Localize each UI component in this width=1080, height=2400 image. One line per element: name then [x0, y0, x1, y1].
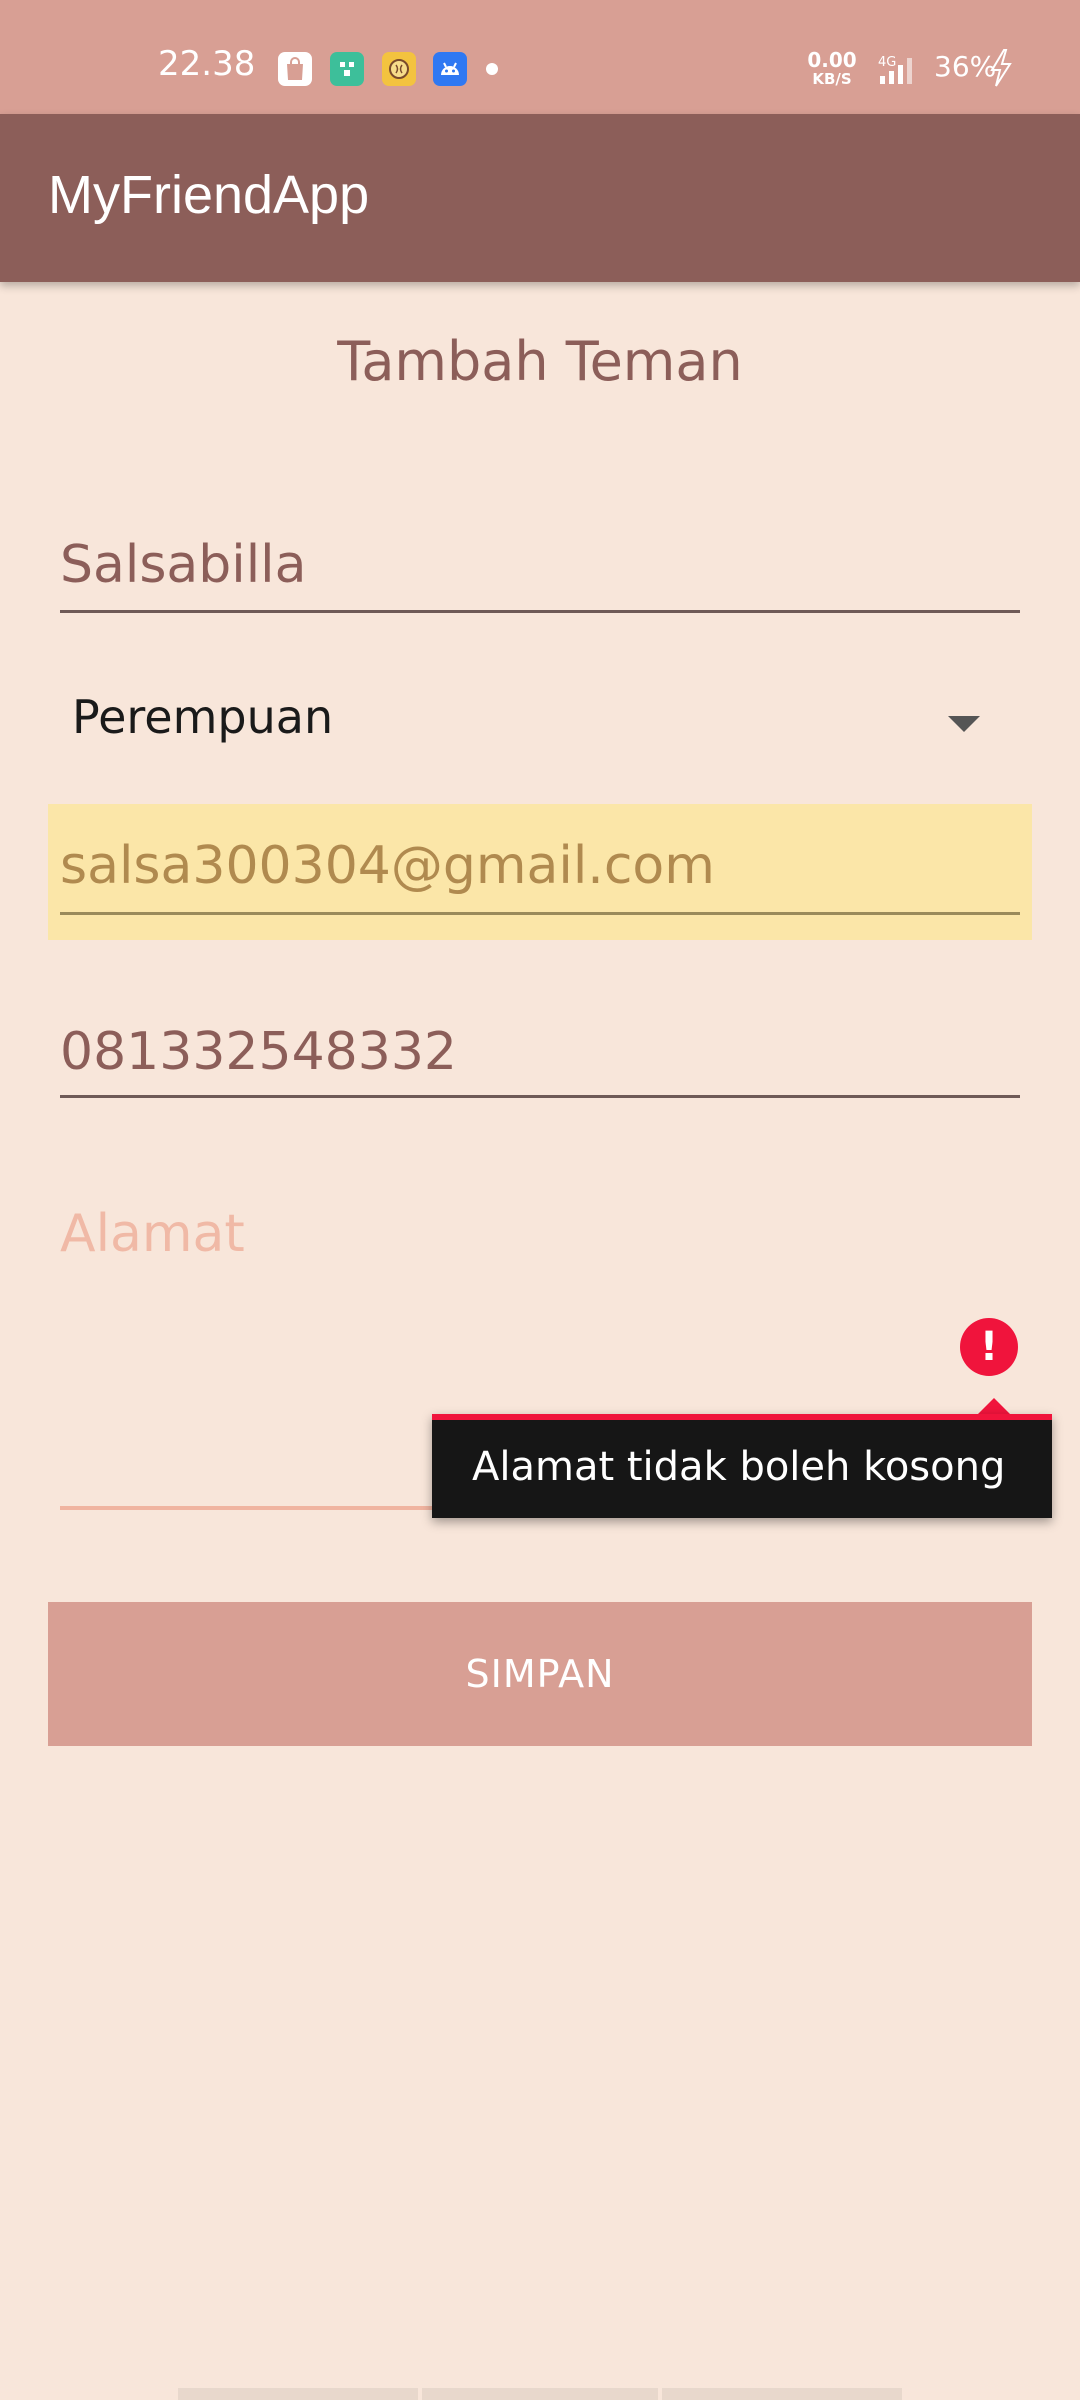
- app-title: MyFriendApp: [48, 165, 370, 225]
- status-time: 22.38: [158, 44, 256, 84]
- nav-gesture-right: [662, 2388, 902, 2400]
- address-field-hint: Alamat: [60, 1204, 245, 1264]
- android-icon: [433, 52, 467, 86]
- save-button[interactable]: SIMPAN: [48, 1602, 1032, 1746]
- email-field[interactable]: salsa300304@gmail.com: [60, 830, 1020, 915]
- gender-selected-value: Perempuan: [72, 690, 334, 744]
- address-error-message: Alamat tidak boleh kosong: [472, 1444, 1006, 1490]
- error-icon: !: [960, 1318, 1018, 1376]
- error-popup: Alamat tidak boleh kosong: [432, 1414, 1052, 1518]
- name-field[interactable]: Salsabilla: [60, 525, 1020, 613]
- green-app-icon: [330, 52, 364, 86]
- brain-app-icon: [382, 52, 416, 86]
- network-speed: 0.00 KB/S: [806, 50, 858, 87]
- network-speed-value: 0.00: [807, 48, 857, 72]
- error-popup-pointer: [978, 1398, 1010, 1414]
- charging-icon: [990, 49, 1012, 87]
- signal-strength-icon: 4G: [878, 55, 912, 84]
- phone-field[interactable]: 081332548332: [60, 1010, 1020, 1098]
- gender-dropdown[interactable]: Perempuan: [60, 680, 1020, 760]
- nav-gesture-center: [422, 2388, 658, 2400]
- status-bar: 22.38 0.00 KB/S 4G 36%: [0, 0, 1080, 114]
- app-bar: MyFriendApp: [0, 114, 1080, 282]
- network-type-label: 4G: [878, 55, 896, 70]
- battery-percentage: 36%: [934, 50, 997, 83]
- more-notifications-dot: [486, 63, 498, 75]
- dropdown-arrow-icon: [948, 716, 980, 732]
- nav-gesture-left: [178, 2388, 418, 2400]
- phone-field-value: 081332548332: [60, 1022, 458, 1082]
- email-field-value: salsa300304@gmail.com: [60, 836, 715, 896]
- page-title: Tambah Teman: [337, 330, 743, 393]
- shopping-bag-icon: [278, 52, 312, 86]
- name-field-value: Salsabilla: [60, 535, 307, 595]
- network-speed-unit: KB/S: [812, 70, 852, 88]
